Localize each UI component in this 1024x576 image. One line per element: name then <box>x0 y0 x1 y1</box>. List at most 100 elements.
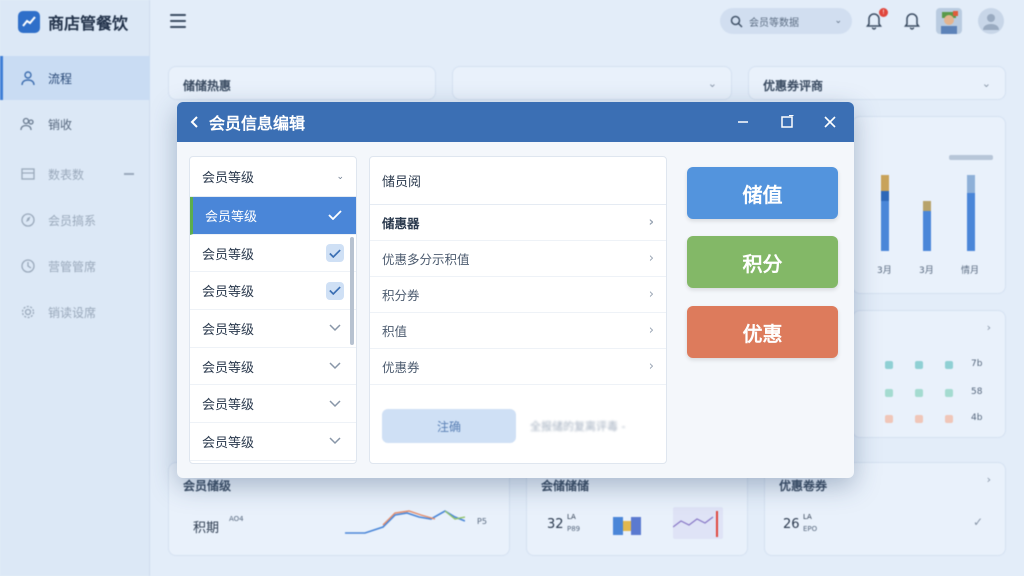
chevron-down-icon: ⌄ <box>336 171 344 182</box>
stat-tag: P5 <box>477 517 487 526</box>
hint-text: 全报储的复离评毒 - <box>530 420 626 433</box>
confirm-button[interactable]: 注确 <box>382 409 516 443</box>
level-option-label: 会员等级 <box>202 398 255 414</box>
chevron-down-icon[interactable]: ⌄ <box>982 77 991 90</box>
top-bar: 会员等数据 ⌄ ! <box>150 0 1024 44</box>
chevron-right-icon[interactable]: › <box>987 473 991 486</box>
checkbox-checked-icon[interactable] <box>326 281 344 300</box>
menu-icon[interactable] <box>170 14 186 28</box>
level-dropdown[interactable]: 会员等级 ⌄ <box>190 157 356 197</box>
avatar[interactable] <box>936 8 962 34</box>
table-icon <box>21 168 35 180</box>
stat-sup: LA <box>567 513 576 521</box>
level-option[interactable]: 会员等级 <box>190 423 356 461</box>
sidebar-item-manage[interactable]: 营管管席 <box>0 244 150 288</box>
card-title: 储储热惠 <box>183 79 232 93</box>
member-level-list: 会员等级 ⌄ 会员等级 会员等级 会员等级 会员等级 会员等级 会员等级 会员等 <box>189 156 357 464</box>
back-icon[interactable] <box>187 114 203 130</box>
scrollbar[interactable] <box>350 237 354 345</box>
member-info-panel: 储员阅 储惠器 › 优惠多分示积值 › 积分券 › 积值 › 优惠券 › 注确 … <box>369 156 667 464</box>
month-label: 3月 <box>919 266 934 276</box>
card-title: 会储储储 <box>541 479 590 493</box>
search-input[interactable]: 会员等数据 ⌄ <box>720 8 852 34</box>
wave-chart <box>672 507 723 539</box>
stat-value: 26 <box>783 517 800 532</box>
notification-icon[interactable]: ! <box>864 8 888 32</box>
store-value-button[interactable]: 储值 <box>687 167 838 219</box>
search-placeholder: 会员等数据 <box>749 17 799 29</box>
level-option[interactable]: 会员等级 <box>190 235 356 273</box>
chevron-right-icon[interactable]: › <box>987 321 991 334</box>
chevron-right-icon: › <box>648 287 654 302</box>
chevron-down-icon: ⌄ <box>834 16 842 26</box>
bar <box>923 201 931 251</box>
points-button[interactable]: 积分 <box>687 236 838 288</box>
sidebar-nav: 流程 销收 数表数 会员搞系 营管管席 销读设席 <box>0 56 150 336</box>
gear-icon <box>21 305 35 319</box>
level-option[interactable]: 会员等级 <box>190 197 356 235</box>
level-option-label: 会员等级 <box>202 285 255 301</box>
level-option[interactable]: 会员等级 <box>190 310 356 348</box>
info-row-label: 积值 <box>382 324 408 339</box>
sidebar-item-settings[interactable]: 销读设席 <box>0 290 150 334</box>
bell-icon[interactable] <box>902 10 924 32</box>
chevron-right-icon: › <box>648 215 654 230</box>
month-label: 3月 <box>877 266 892 276</box>
chevron-down-icon <box>326 395 344 413</box>
chevron-down-icon[interactable]: ⌄ <box>708 77 717 90</box>
close-icon[interactable] <box>820 112 840 132</box>
minimize-icon[interactable] <box>733 112 753 132</box>
table-value: 7b <box>971 359 983 369</box>
collapse-icon[interactable] <box>124 173 134 175</box>
chevron-right-icon: › <box>648 251 654 266</box>
legend-placeholder <box>949 155 993 160</box>
card-coupon-review: 优惠券评商 ⌄ <box>748 66 1006 100</box>
sidebar-item-label: 销读设席 <box>48 305 97 320</box>
info-panel-title: 储员阅 <box>370 157 666 205</box>
card-bar-chart: 3月 3月 情月 <box>852 116 1006 294</box>
info-row[interactable]: 优惠券 › <box>370 349 666 385</box>
user-icon <box>21 71 35 86</box>
level-option[interactable]: 会员等级 <box>190 272 356 311</box>
bar <box>881 175 889 251</box>
sidebar-item-label: 营管管席 <box>48 259 97 274</box>
sidebar-item-sales[interactable]: 销收 <box>0 102 150 146</box>
sidebar-item-label: 数表数 <box>48 167 85 182</box>
stat-sub: P89 <box>567 525 581 533</box>
info-row[interactable]: 优惠多分示积值 › <box>370 241 666 277</box>
sidebar-item-members[interactable]: 会员搞系 <box>0 198 150 242</box>
checkbox-checked-icon[interactable] <box>326 244 344 263</box>
stat-sup: AO4 <box>229 515 244 523</box>
level-option[interactable]: 会员等级 <box>190 385 356 424</box>
member-edit-dialog: 会员信息编辑 会员等级 ⌄ 会员等级 会员等级 会员等级 会员等级 会员等级 会… <box>177 102 854 478</box>
info-row-label: 储惠器 <box>382 216 420 231</box>
dialog-title: 会员信息编辑 <box>209 114 306 133</box>
stat-value: 32 <box>547 517 564 532</box>
maximize-icon[interactable] <box>777 112 797 132</box>
info-row[interactable]: 储惠器 › <box>370 205 666 241</box>
chevron-down-icon <box>326 319 344 337</box>
level-dropdown-label: 会员等级 <box>202 171 255 186</box>
sidebar-item-data[interactable]: 数表数 <box>0 152 150 196</box>
info-row[interactable]: 积值 › <box>370 313 666 349</box>
level-option-label: 会员等级 <box>202 247 255 263</box>
card-title: 优惠卷券 <box>779 479 828 493</box>
sparkline <box>345 510 465 534</box>
card-promotions: 储储热惠 <box>168 66 436 100</box>
chevron-right-icon: › <box>648 323 654 338</box>
info-row[interactable]: 积分券 › <box>370 277 666 313</box>
stat-sup: LA <box>803 513 812 521</box>
profile-icon[interactable] <box>978 8 1004 34</box>
clock-icon <box>21 259 35 273</box>
level-option[interactable]: 会员等级 <box>190 348 356 386</box>
level-option-label: 会员等级 <box>202 322 255 338</box>
sidebar-item-flow[interactable]: 流程 <box>0 56 150 100</box>
level-option-label: 会员等级 <box>205 209 258 225</box>
app-title: 商店管餐饮 <box>48 14 129 33</box>
brand: 商店管餐饮 <box>18 10 128 34</box>
brand-logo-icon <box>18 11 40 33</box>
info-row-label: 优惠券 <box>382 360 420 375</box>
notification-badge: ! <box>879 8 888 17</box>
chevron-down-icon <box>326 432 344 450</box>
discount-button[interactable]: 优惠 <box>687 306 838 358</box>
